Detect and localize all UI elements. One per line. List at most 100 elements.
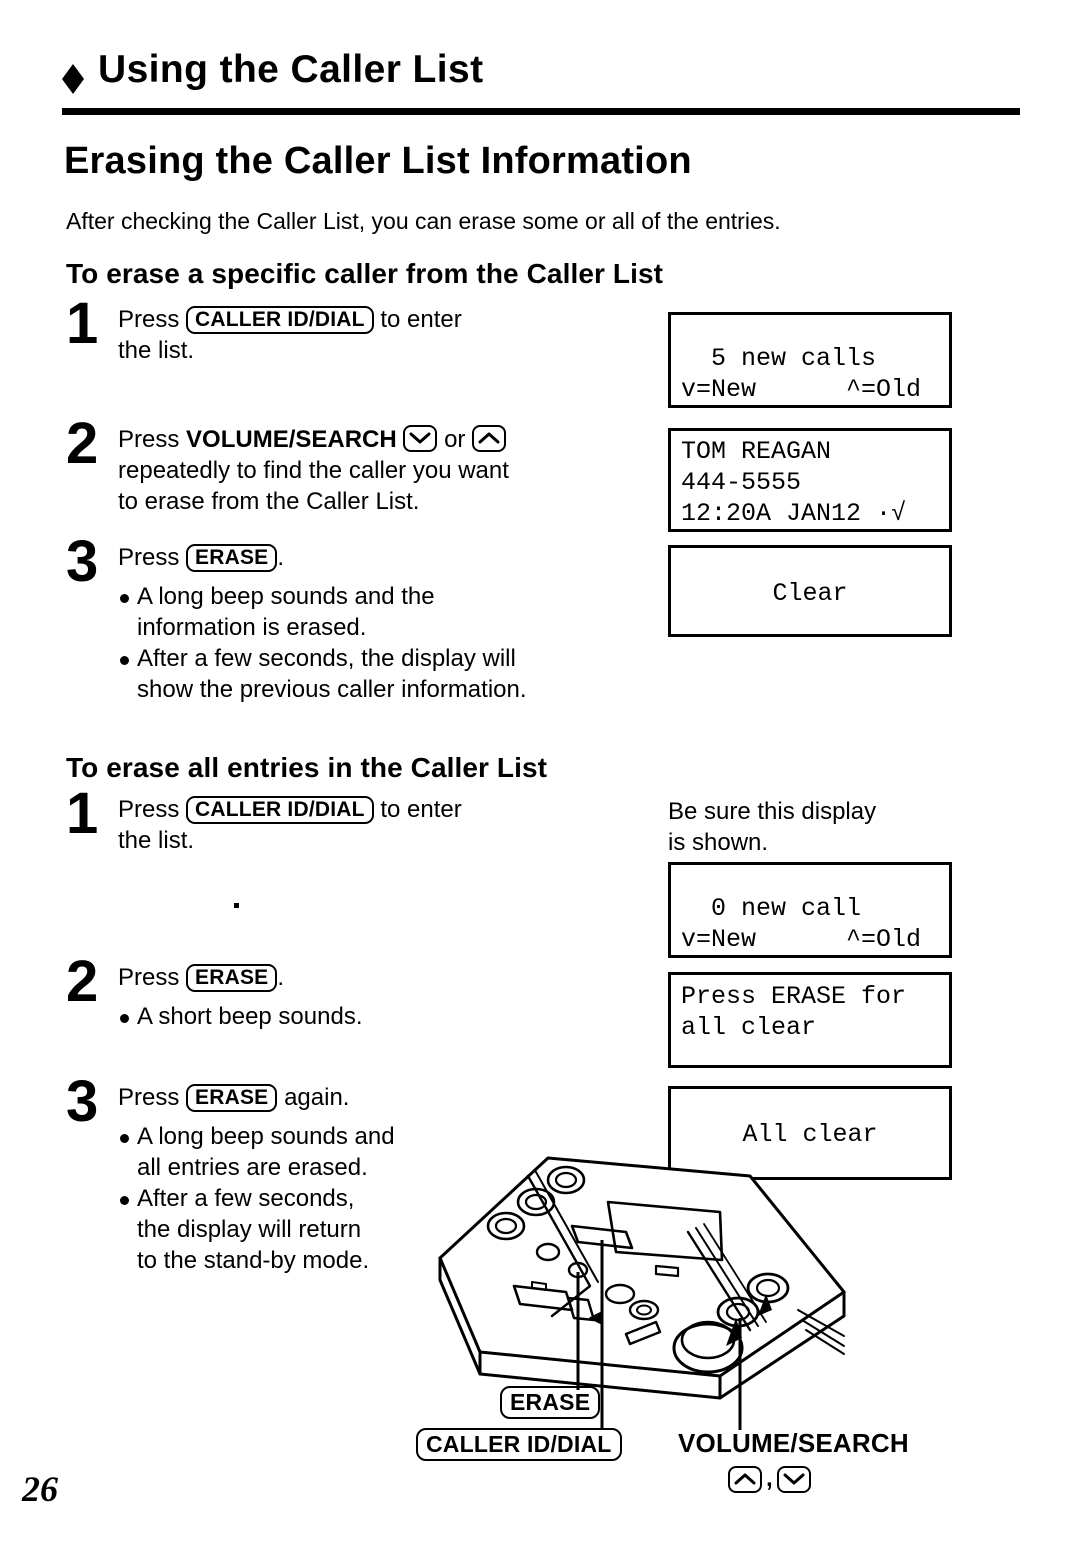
bullet-line: A short beep sounds.	[137, 1003, 363, 1030]
section-header: Using the Caller List	[62, 48, 484, 94]
press-label: Press	[118, 796, 180, 823]
step-body: Press CALLER ID/DIAL to enter the list.	[118, 794, 462, 856]
page-number: 26	[22, 1469, 58, 1509]
page-title: Erasing the Caller List Information	[64, 140, 692, 182]
or-label: or	[444, 426, 466, 453]
step-line: Press ERASE again.	[118, 1082, 395, 1113]
lcd-row: Clear	[772, 579, 848, 608]
volume-search-keys: ,	[678, 1465, 909, 1493]
lcd-row: 12:20A JAN12 ·√	[681, 499, 907, 528]
press-erase-display: Press ERASE for all clear	[668, 972, 952, 1068]
step-bullets: A short beep sounds.	[118, 1001, 363, 1032]
press-label: Press	[118, 306, 180, 333]
press-label: Press	[118, 964, 180, 991]
scan-artifact-speck	[234, 903, 239, 908]
step-line: the list.	[118, 827, 195, 854]
callout-volume-search: VOLUME/SEARCH ,	[678, 1428, 909, 1493]
step-number: 2	[66, 411, 99, 476]
erase-callout-keycap[interactable]: ERASE	[500, 1386, 601, 1419]
volume-search-label: VOLUME/SEARCH	[186, 426, 397, 453]
keys-separator: ,	[766, 1465, 773, 1492]
press-label: Press	[118, 1084, 180, 1111]
step-line: to erase from the Caller List.	[118, 488, 420, 515]
diamond-bullet-icon	[62, 64, 84, 94]
step-line: Press VOLUME/SEARCH or	[118, 424, 509, 455]
bullet-item: A long beep sounds and the information i…	[118, 581, 527, 643]
step-text-after-key: to enter	[380, 796, 462, 823]
step-body: Press VOLUME/SEARCH or repeatedly to fin…	[118, 424, 509, 517]
step-line: Press ERASE.	[118, 542, 527, 573]
step-number: 2	[66, 949, 99, 1014]
step-bullets: A long beep sounds and all entries are e…	[118, 1121, 395, 1276]
new-calls-display: 5 new calls v=New ^=Old	[668, 312, 952, 408]
intro-paragraph: After checking the Caller List, you can …	[66, 208, 781, 234]
subheading-erase-specific: To erase a specific caller from the Call…	[66, 258, 664, 289]
chevron-up-icon[interactable]	[728, 1465, 762, 1493]
lcd-row: Press ERASE for	[681, 982, 907, 1011]
step-line: the list.	[118, 337, 195, 364]
note-line: Be sure this display	[668, 798, 877, 825]
manual-page: Using the Caller List Erasing the Caller…	[0, 0, 1080, 1541]
section-title: Using the Caller List	[98, 48, 484, 91]
bullet-item: After a few seconds, the display will re…	[118, 1183, 395, 1276]
zero-new-call-display: 0 new call v=New ^=Old	[668, 862, 952, 958]
erase-keycap[interactable]: ERASE	[186, 1084, 278, 1112]
lcd-row: v=New ^=Old	[681, 375, 922, 404]
lcd-row: 5 new calls	[681, 344, 877, 373]
step-text-after-key: again.	[284, 1084, 350, 1111]
bullet-line: all entries are erased.	[137, 1154, 368, 1181]
press-label: Press	[118, 426, 180, 453]
bullet-line: the display will return	[137, 1216, 362, 1243]
subheading-erase-all: To erase all entries in the Caller List	[66, 752, 548, 783]
step-number: 1	[66, 291, 99, 356]
bullet-item: A long beep sounds and all entries are e…	[118, 1121, 395, 1183]
step-line: Press ERASE.	[118, 962, 363, 993]
bullet-line: show the previous caller information.	[137, 676, 527, 703]
step-body: Press CALLER ID/DIAL to enter the list.	[118, 304, 462, 366]
lcd-row: 444-5555	[681, 468, 802, 497]
step-number: 3	[66, 1069, 99, 1134]
step-body: Press ERASE. A short beep sounds.	[118, 962, 363, 1032]
step-text-after-key: to enter	[380, 306, 462, 333]
volume-search-callout-label: VOLUME/SEARCH	[678, 1428, 909, 1458]
lcd-row: 0 new call	[681, 894, 862, 923]
step-line: repeatedly to find the caller you want	[118, 457, 509, 484]
erase-keycap[interactable]: ERASE	[186, 544, 278, 572]
caller-id-dial-keycap[interactable]: CALLER ID/DIAL	[186, 306, 374, 334]
caller-id-dial-keycap[interactable]: CALLER ID/DIAL	[186, 796, 374, 824]
callout-leader-lines	[576, 1240, 742, 1430]
step-line: Press CALLER ID/DIAL to enter	[118, 304, 462, 335]
bullet-line: information is erased.	[137, 614, 367, 641]
bullet-line: After a few seconds, the display will	[137, 645, 516, 672]
lcd-row: all clear	[681, 1013, 817, 1042]
callout-caller-id-dial: CALLER ID/DIAL	[416, 1428, 622, 1461]
lcd-row: v=New ^=Old	[681, 925, 922, 954]
bullet-item: After a few seconds, the display will sh…	[118, 643, 527, 705]
note-line: is shown.	[668, 829, 769, 856]
clear-display: Clear	[668, 545, 952, 637]
header-rule	[62, 108, 1020, 115]
step-text-after-key: .	[277, 964, 285, 991]
step-number: 1	[66, 781, 99, 846]
step-number: 3	[66, 529, 99, 594]
step-body: Press ERASE. A long beep sounds and the …	[118, 542, 527, 705]
callout-erase: ERASE	[500, 1386, 601, 1419]
step-body: Press ERASE again. A long beep sounds an…	[118, 1082, 395, 1276]
erase-keycap[interactable]: ERASE	[186, 964, 278, 992]
chevron-down-icon[interactable]	[776, 1465, 811, 1493]
bullet-line: to the stand-by mode.	[137, 1247, 370, 1274]
bullet-item: A short beep sounds.	[118, 1001, 363, 1032]
lcd-row: TOM REAGAN	[681, 437, 832, 466]
step-bullets: A long beep sounds and the information i…	[118, 581, 527, 705]
step-text-after-key: .	[277, 544, 285, 571]
caller-info-display: TOM REAGAN 444-5555 12:20A JAN12 ·√	[668, 428, 952, 532]
step-line: Press CALLER ID/DIAL to enter	[118, 794, 462, 825]
caller-id-dial-callout-keycap[interactable]: CALLER ID/DIAL	[416, 1428, 622, 1461]
press-label: Press	[118, 544, 180, 571]
bullet-line: After a few seconds,	[137, 1185, 355, 1212]
display-note: Be sure this display is shown.	[668, 796, 876, 858]
bullet-line: A long beep sounds and	[137, 1123, 395, 1150]
chevron-down-icon[interactable]	[403, 425, 438, 452]
chevron-up-icon[interactable]	[472, 425, 507, 452]
bullet-line: A long beep sounds and the	[137, 583, 435, 610]
